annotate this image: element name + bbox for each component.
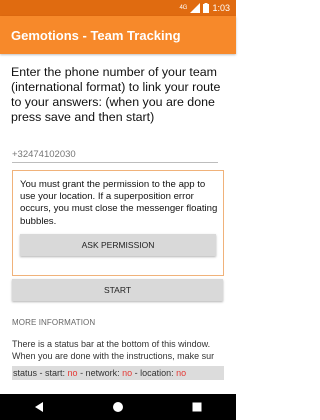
status-network-label: - network: bbox=[80, 368, 120, 378]
more-info-line-2: When you are done with the instructions,… bbox=[12, 350, 215, 361]
ask-permission-button[interactable]: ASK PERMISSION bbox=[20, 234, 216, 256]
more-info-text: There is a status bar at the bottom of t… bbox=[12, 339, 232, 362]
system-status-bar: 4G 1:03 bbox=[0, 0, 236, 16]
system-nav-bar bbox=[0, 394, 236, 420]
home-icon[interactable] bbox=[108, 397, 128, 417]
app-bar: Gemotions - Team Tracking bbox=[0, 16, 236, 54]
main-content: Enter the phone number of your team (int… bbox=[0, 54, 236, 394]
clock: 1:03 bbox=[212, 3, 230, 13]
battery-icon bbox=[203, 3, 210, 13]
more-info-title: MORE INFORMATION bbox=[12, 318, 96, 327]
phone-number-input[interactable] bbox=[12, 146, 218, 163]
status-start-value: no bbox=[67, 368, 78, 378]
status-location-value: no bbox=[176, 368, 187, 378]
status-footer: status - start: no - network: no - locat… bbox=[12, 366, 224, 380]
app-title: Gemotions - Team Tracking bbox=[11, 27, 181, 43]
start-button[interactable]: START bbox=[12, 279, 223, 301]
status-network-value: no bbox=[122, 368, 133, 378]
status-location-label: - location: bbox=[134, 368, 174, 378]
more-info-line-1: There is a status bar at the bottom of t… bbox=[12, 339, 211, 349]
signal-icon bbox=[190, 3, 201, 13]
permission-panel: You must grant the permission to the app… bbox=[12, 170, 224, 276]
network-badge: 4G bbox=[179, 5, 188, 11]
recents-icon[interactable] bbox=[187, 397, 207, 417]
permission-message: You must grant the permission to the app… bbox=[20, 179, 218, 227]
status-start-label: status - start: bbox=[13, 368, 66, 378]
instructions-text: Enter the phone number of your team (int… bbox=[11, 65, 221, 124]
back-icon[interactable] bbox=[29, 397, 49, 417]
